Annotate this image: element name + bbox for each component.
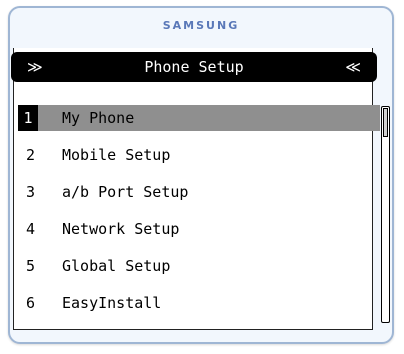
menu-item-label: My Phone (62, 109, 135, 127)
scrollbar-thumb[interactable] (383, 108, 388, 137)
menu-item-number: 2 (26, 146, 36, 164)
menu-item-label: Network Setup (62, 220, 180, 238)
menu-item-ab-port-setup[interactable]: 3 a/b Port Setup (18, 179, 380, 205)
double-chevron-left-icon[interactable]: ≪ (345, 58, 361, 76)
page-title: Phone Setup (144, 58, 244, 76)
menu-item-label: Mobile Setup (62, 146, 171, 164)
menu-item-number: 3 (26, 183, 36, 201)
menu-item-global-setup[interactable]: 5 Global Setup (18, 253, 380, 279)
menu-item-number: 5 (26, 257, 36, 275)
menu-item-number: 6 (26, 294, 36, 312)
menu-item-mobile-setup[interactable]: 2 Mobile Setup (18, 142, 380, 168)
menu-item-label: a/b Port Setup (62, 183, 189, 201)
menu-item-my-phone[interactable]: 1 My Phone (18, 105, 380, 131)
menu-item-easyinstall[interactable]: 6 EasyInstall (18, 290, 380, 316)
title-bar: ≫ Phone Setup ≪ (11, 52, 377, 82)
brand-logo: SAMSUNG (162, 19, 240, 32)
menu-item-label: EasyInstall (62, 294, 162, 312)
setup-menu: 1 My Phone 2 Mobile Setup 3 a/b Port Set… (18, 105, 380, 327)
menu-item-network-setup[interactable]: 4 Network Setup (18, 216, 380, 242)
menu-item-number: 1 (18, 105, 38, 131)
scrollbar-track[interactable] (381, 106, 390, 323)
menu-item-number: 4 (26, 220, 36, 238)
menu-item-label: Global Setup (62, 257, 171, 275)
